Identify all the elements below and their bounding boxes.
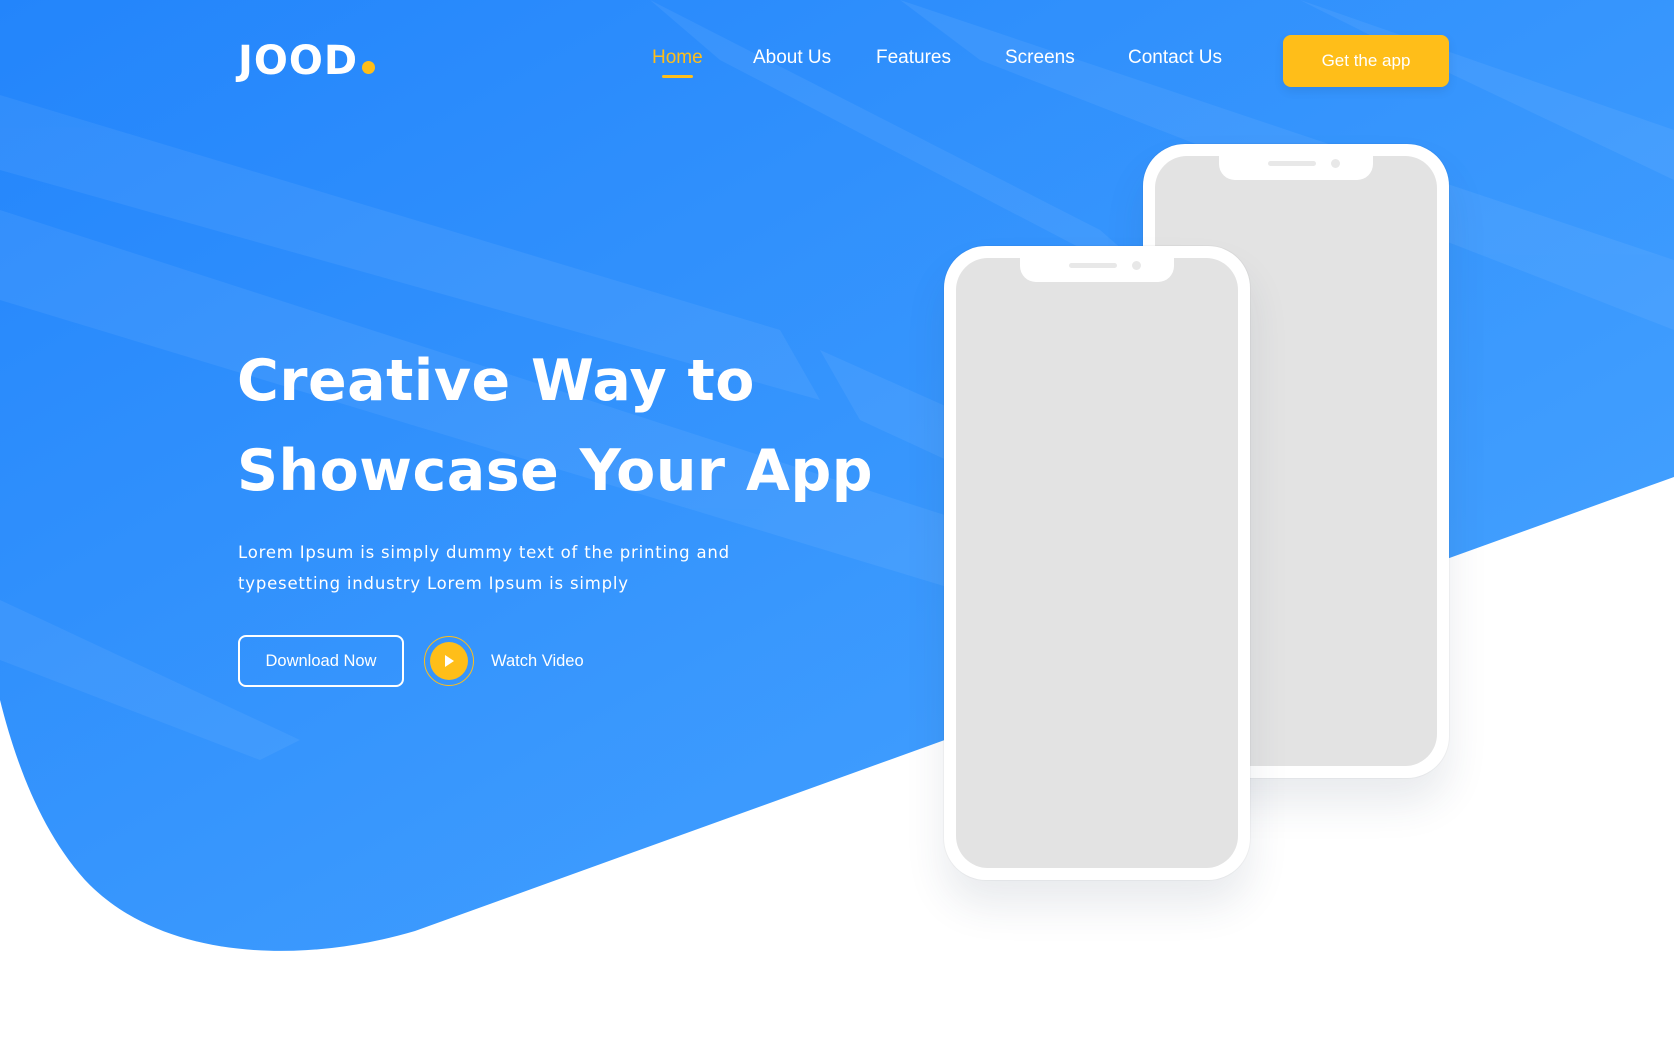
hero-description-line2: typesetting industry Lorem Ipsum is simp… [238, 574, 629, 593]
hero-headline-line1: Creative Way to [237, 348, 755, 414]
nav-link-screens[interactable]: Screens [1005, 46, 1075, 70]
hero-headline: Creative Way to Showcase Your App [237, 336, 873, 516]
phone-screen-front [956, 258, 1238, 868]
phone-mockup-front [944, 246, 1250, 880]
top-navigation: JOOD Home About Us Features Screens Cont… [0, 0, 1674, 130]
nav-active-indicator [652, 46, 703, 86]
phone-notch [1219, 156, 1373, 180]
nav-link-about[interactable]: About Us [753, 46, 831, 70]
play-button[interactable] [424, 636, 474, 686]
hero-headline-line2: Showcase Your App [237, 438, 874, 504]
nav-link-contact[interactable]: Contact Us [1128, 46, 1222, 70]
download-now-button[interactable]: Download Now [238, 635, 404, 687]
play-icon [430, 642, 468, 680]
nav-link-features[interactable]: Features [876, 46, 951, 70]
hero-description-line1: Lorem Ipsum is simply dummy text of the … [238, 543, 730, 562]
watch-video-label: Watch Video [491, 651, 584, 670]
watch-video-link[interactable]: Watch Video [424, 633, 584, 689]
hero-description: Lorem Ipsum is simply dummy text of the … [238, 537, 758, 599]
get-app-button[interactable]: Get the app [1283, 35, 1449, 87]
phone-notch [1020, 258, 1174, 282]
